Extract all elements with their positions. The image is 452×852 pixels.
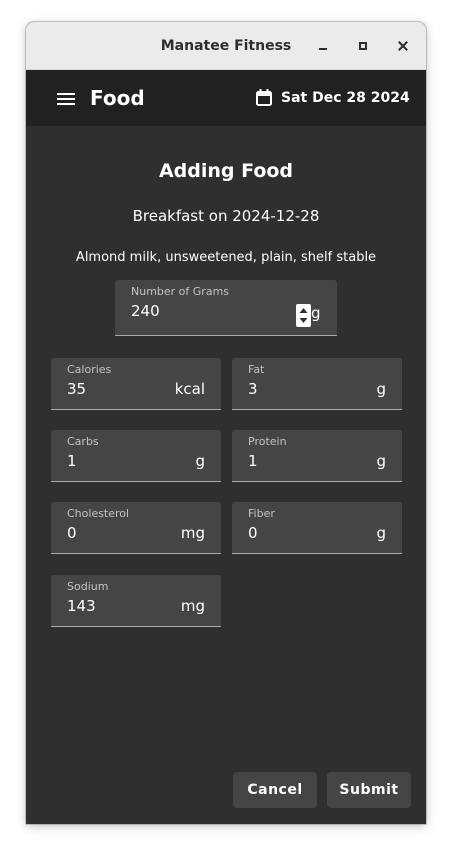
grams-value[interactable]: 240 xyxy=(131,302,160,320)
app-window: Manatee Fitness Food Sat Dec 28 2024 Add… xyxy=(26,22,426,824)
carbs-label: Carbs xyxy=(67,435,99,448)
fiber-unit: g xyxy=(376,524,386,542)
fat-unit: g xyxy=(376,380,386,398)
fiber-value[interactable]: 0 xyxy=(248,524,258,542)
minimize-icon[interactable] xyxy=(313,36,333,56)
form-heading: Adding Food xyxy=(158,160,294,182)
hamburger-icon[interactable] xyxy=(56,92,76,106)
calories-label: Calories xyxy=(67,363,112,376)
window-titlebar[interactable]: Manatee Fitness xyxy=(26,22,426,70)
carbs-field[interactable]: Carbs 1 g xyxy=(51,430,221,482)
protein-value[interactable]: 1 xyxy=(248,452,258,470)
sodium-label: Sodium xyxy=(67,580,109,593)
sodium-value[interactable]: 143 xyxy=(67,597,96,615)
calories-unit: kcal xyxy=(174,380,205,398)
sodium-field[interactable]: Sodium 143 mg xyxy=(51,575,221,627)
protein-label: Protein xyxy=(248,435,287,448)
calories-value[interactable]: 35 xyxy=(67,380,86,398)
cholesterol-label: Cholesterol xyxy=(67,507,130,520)
maximize-icon[interactable] xyxy=(353,36,373,56)
cancel-button[interactable]: Cancel xyxy=(233,772,317,808)
fat-label: Fat xyxy=(248,363,265,376)
close-icon[interactable] xyxy=(393,36,413,56)
grams-input[interactable]: Number of Grams 240 g xyxy=(115,280,337,336)
carbs-unit: g xyxy=(195,452,205,470)
grams-label: Number of Grams xyxy=(131,285,230,298)
protein-field[interactable]: Protein 1 g xyxy=(232,430,402,482)
meal-subheading: Breakfast on 2024-12-28 xyxy=(132,207,320,225)
cholesterol-unit: mg xyxy=(180,524,205,542)
fiber-field[interactable]: Fiber 0 g xyxy=(232,502,402,554)
food-name: Almond milk, unsweetened, plain, shelf s… xyxy=(75,250,377,265)
cholesterol-field[interactable]: Cholesterol 0 mg xyxy=(51,502,221,554)
cholesterol-value[interactable]: 0 xyxy=(67,524,77,542)
fat-value[interactable]: 3 xyxy=(248,380,258,398)
date-label: Sat Dec 28 2024 xyxy=(281,90,410,106)
app-bar: Food Sat Dec 28 2024 xyxy=(26,70,426,126)
fiber-label: Fiber xyxy=(248,507,275,520)
fat-field[interactable]: Fat 3 g xyxy=(232,358,402,410)
protein-unit: g xyxy=(376,452,386,470)
calories-field[interactable]: Calories 35 kcal xyxy=(51,358,221,410)
page-title: Food xyxy=(90,86,145,110)
sodium-unit: mg xyxy=(180,597,205,615)
carbs-value[interactable]: 1 xyxy=(67,452,77,470)
calendar-icon xyxy=(256,89,272,106)
stepper-icon[interactable] xyxy=(296,304,311,327)
grams-unit: g xyxy=(311,304,321,322)
submit-button[interactable]: Submit xyxy=(327,772,411,808)
